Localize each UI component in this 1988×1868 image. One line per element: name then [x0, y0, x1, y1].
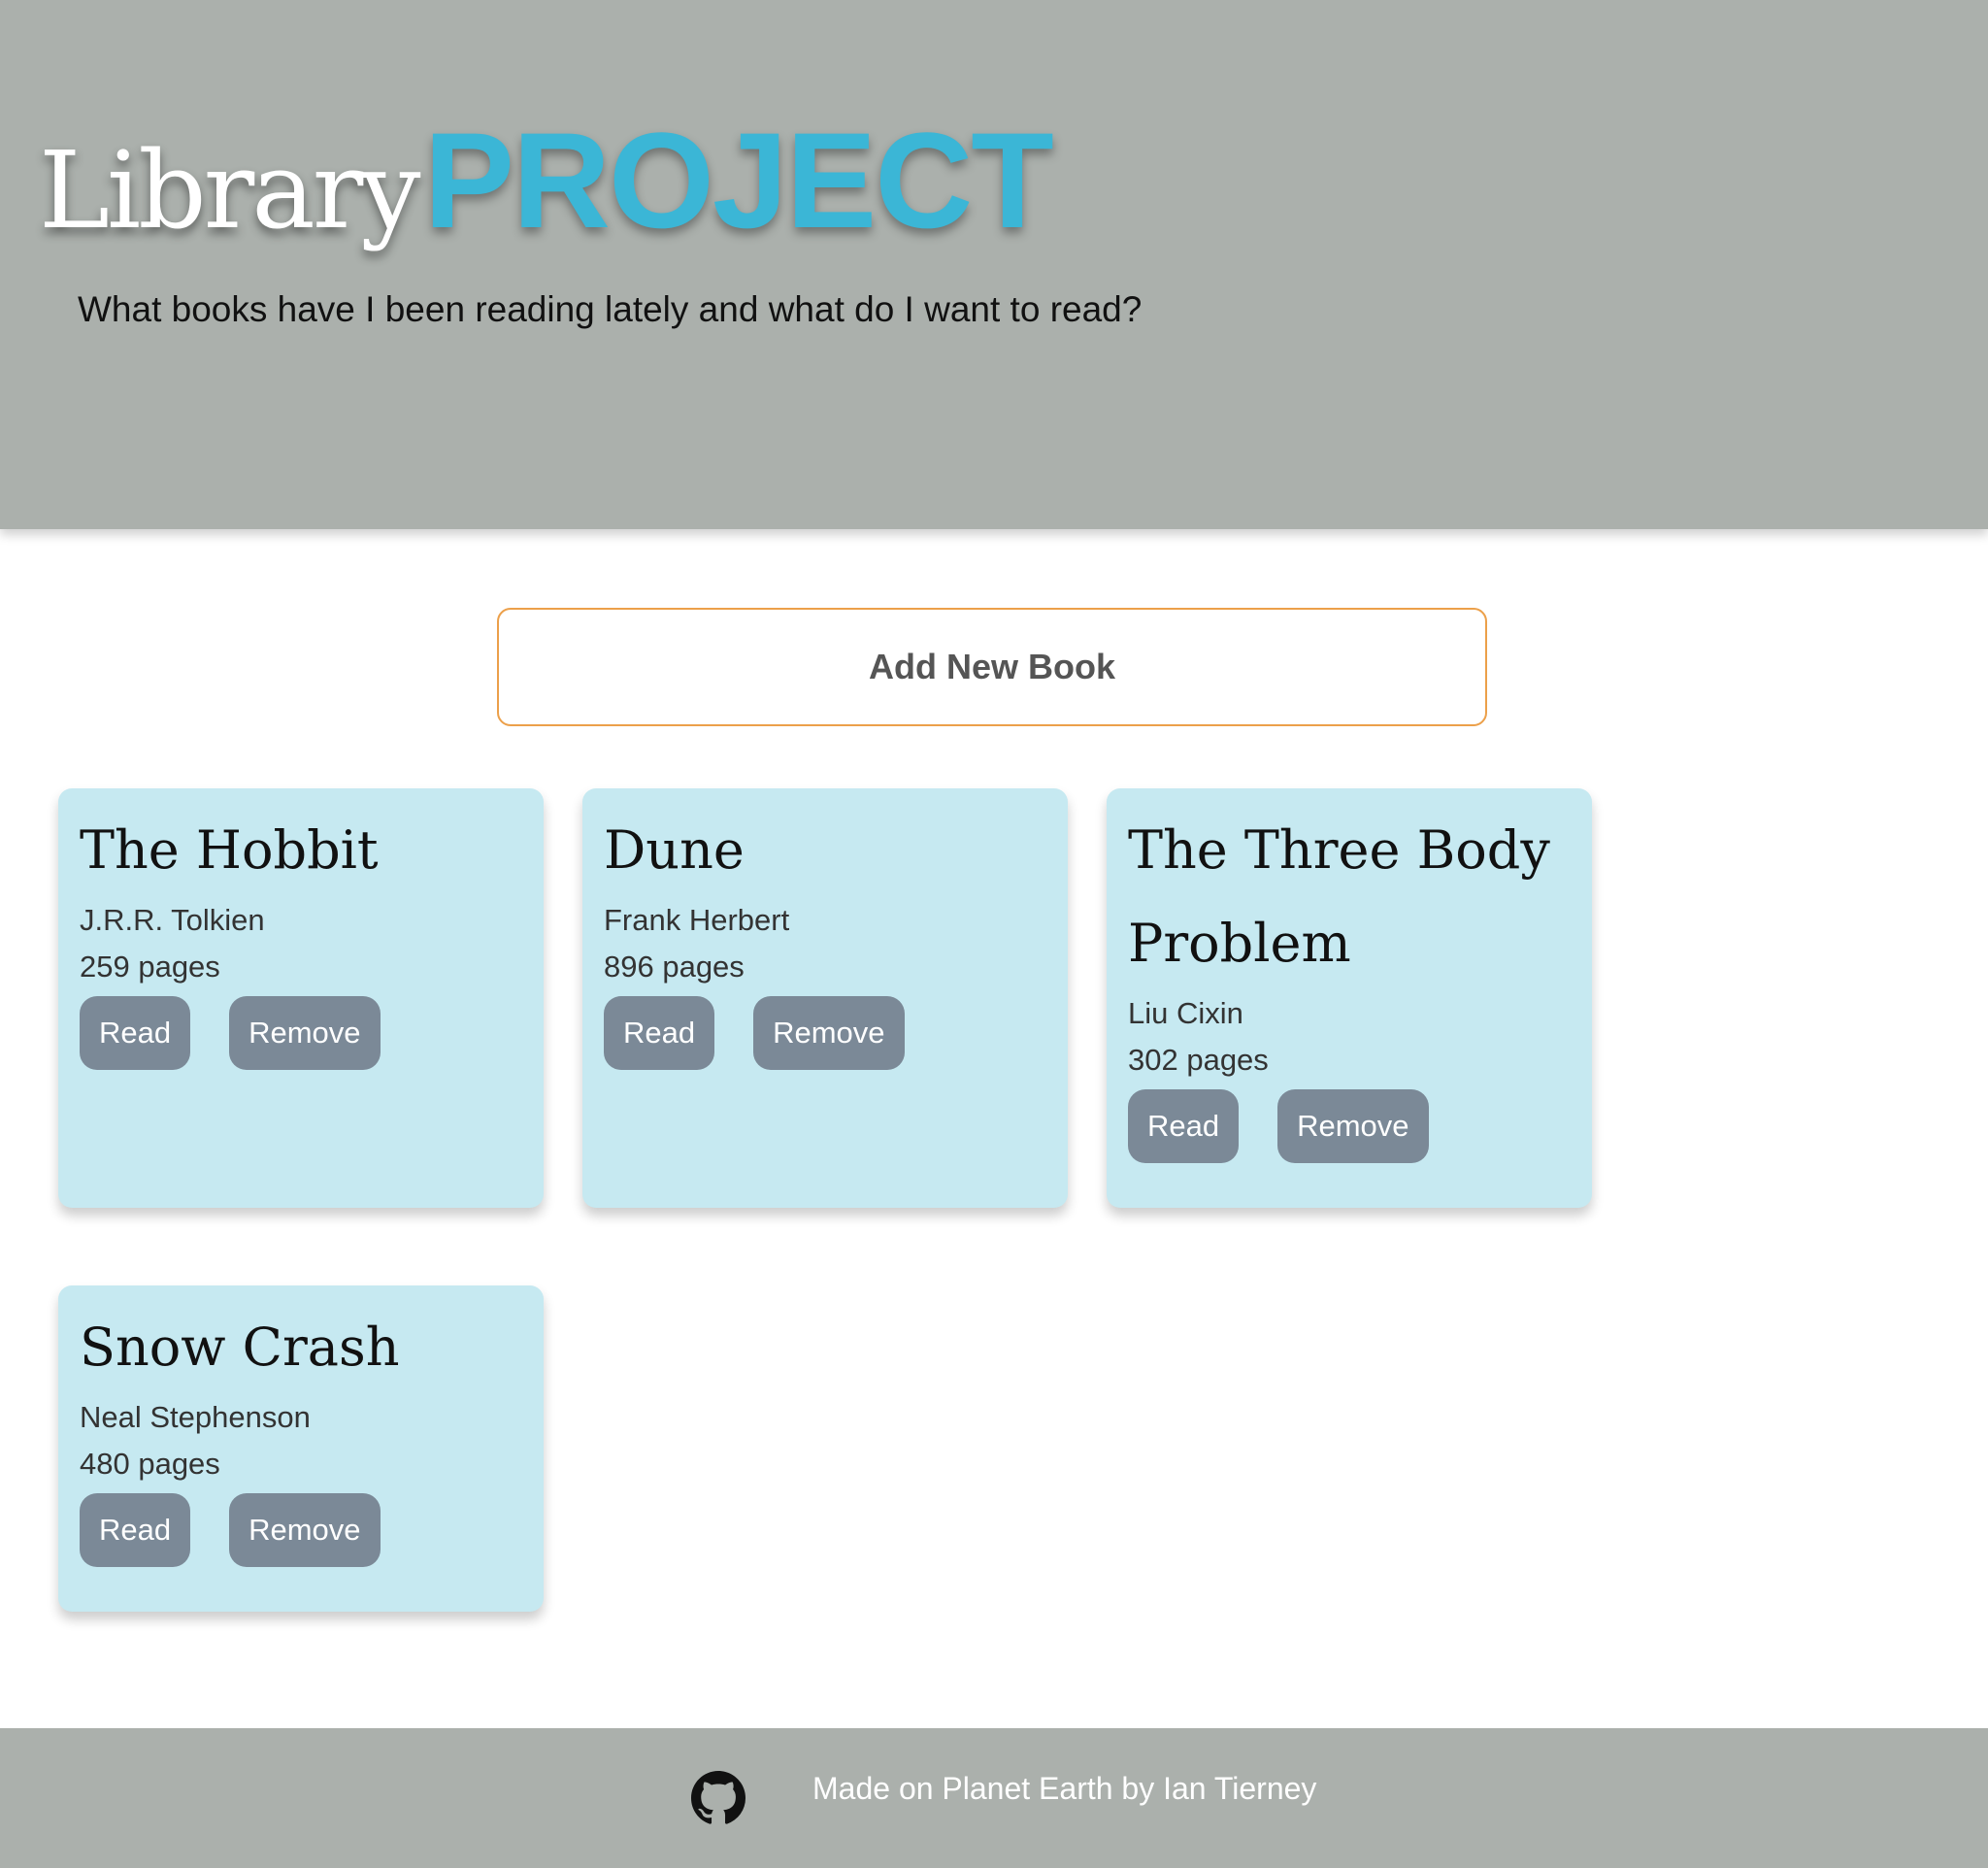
footer-credit: Made on Planet Earth by Ian Tierney	[812, 1771, 1317, 1806]
book-actions: Read Remove	[604, 996, 1046, 1070]
book-actions: Read Remove	[80, 996, 522, 1070]
add-new-book-button[interactable]: Add New Book	[497, 608, 1487, 726]
book-title: Dune	[604, 819, 745, 881]
book-title: The Hobbit	[80, 819, 379, 881]
read-button[interactable]: Read	[80, 1493, 191, 1567]
page-title: Library PROJECT	[39, 102, 1054, 259]
title-project-text: PROJECT	[423, 104, 1054, 256]
book-card: Dune Frank Herbert 896 pages Read Remove	[582, 788, 1068, 1208]
book-author: Neal Stephenson	[80, 1400, 311, 1434]
book-pages: 259 pages	[80, 950, 220, 984]
remove-button[interactable]: Remove	[753, 996, 905, 1070]
book-card: The Hobbit J.R.R. Tolkien 259 pages Read…	[58, 788, 544, 1208]
header: Library PROJECT What books have I been r…	[0, 0, 1988, 529]
book-title: The Three Body Problem	[1128, 819, 1550, 974]
read-button[interactable]: Read	[1128, 1089, 1240, 1163]
book-card: The Three Body Problem Liu Cixin 302 pag…	[1107, 788, 1592, 1208]
book-card: Snow Crash Neal Stephenson 480 pages Rea…	[58, 1285, 544, 1612]
book-title: Snow Crash	[80, 1317, 400, 1378]
github-icon[interactable]	[691, 1771, 746, 1825]
read-button[interactable]: Read	[80, 996, 191, 1070]
book-author: J.R.R. Tolkien	[80, 903, 265, 937]
remove-button[interactable]: Remove	[1277, 1089, 1429, 1163]
page-subtitle: What books have I been reading lately an…	[78, 289, 1143, 329]
remove-button[interactable]: Remove	[229, 996, 381, 1070]
book-actions: Read Remove	[1128, 1089, 1571, 1163]
remove-button[interactable]: Remove	[229, 1493, 381, 1567]
book-pages: 480 pages	[80, 1447, 220, 1481]
book-pages: 896 pages	[604, 950, 745, 984]
footer: Made on Planet Earth by Ian Tierney	[0, 1728, 1988, 1868]
read-button[interactable]: Read	[604, 996, 715, 1070]
book-author: Liu Cixin	[1128, 996, 1243, 1030]
book-pages: 302 pages	[1128, 1043, 1269, 1077]
title-library-text: Library	[39, 128, 421, 252]
book-author: Frank Herbert	[604, 903, 790, 937]
book-actions: Read Remove	[80, 1493, 522, 1567]
